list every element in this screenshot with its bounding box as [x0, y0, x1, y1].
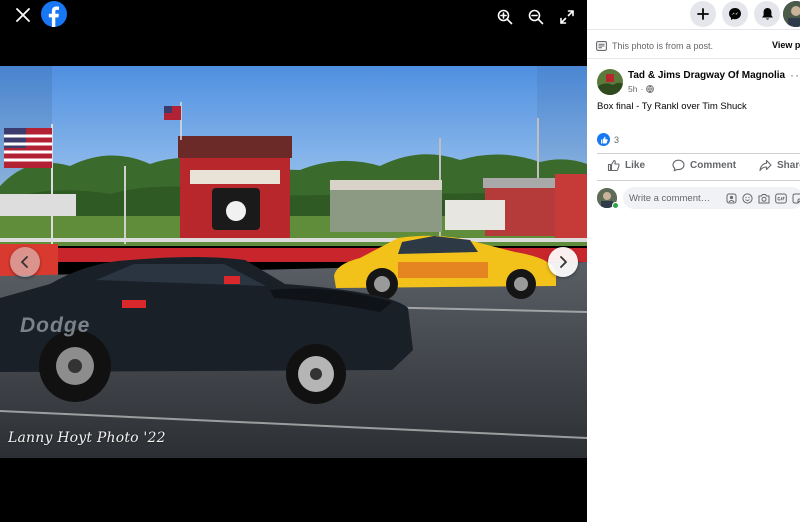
- from-post-notice: This photo is from a post.: [596, 36, 800, 56]
- from-post-text: This photo is from a post.: [612, 41, 714, 51]
- close-icon[interactable]: [12, 4, 34, 26]
- comment-icon: [672, 159, 685, 172]
- page-name-link[interactable]: Tad & Jims Dragway Of Magnolia: [628, 70, 785, 81]
- online-status-dot: [612, 202, 619, 209]
- post-time-text[interactable]: 5h: [628, 84, 637, 94]
- divider: [587, 58, 800, 59]
- comment-composer[interactable]: [623, 187, 800, 209]
- thumbs-up-icon: [607, 159, 620, 172]
- emoji-icon[interactable]: [742, 192, 753, 205]
- comment-input[interactable]: [629, 192, 721, 204]
- view-post-link[interactable]: View post: [772, 40, 800, 50]
- messenger-icon: [729, 8, 741, 20]
- globe-icon: [646, 85, 655, 93]
- post-caption: Box final - Ty Rankl over Tim Shuck: [597, 101, 747, 112]
- facebook-logo-icon[interactable]: [41, 1, 67, 27]
- post-timestamp: 5h ·: [628, 84, 655, 94]
- share-button[interactable]: Share: [759, 159, 800, 172]
- comment-button[interactable]: Comment: [672, 159, 736, 172]
- camera-icon[interactable]: [758, 192, 770, 205]
- photo-watermark: Lanny Hoyt Photo '22: [8, 430, 166, 446]
- zoom-in-icon[interactable]: [494, 6, 516, 28]
- create-button[interactable]: [690, 1, 716, 27]
- drag-race-photo: Dodge Lanny Hoyt Photo '22: [0, 66, 587, 458]
- sticker-icon[interactable]: [792, 192, 800, 205]
- reactions-summary[interactable]: 3: [597, 133, 619, 146]
- divider: [597, 180, 800, 181]
- photo-viewer: Dodge Lanny Hoyt Photo '22: [0, 0, 587, 522]
- share-icon: [759, 159, 772, 172]
- gif-icon[interactable]: [775, 192, 787, 205]
- share-label: Share: [777, 160, 800, 171]
- page-avatar[interactable]: [597, 69, 623, 95]
- zoom-out-icon[interactable]: [525, 6, 547, 28]
- post-panel: This photo is from a post. View post Tad…: [587, 0, 800, 522]
- divider: [597, 153, 800, 154]
- car-brand-lettering: Dodge: [20, 314, 91, 337]
- chevron-right-icon: [560, 256, 567, 268]
- fullscreen-icon[interactable]: [556, 6, 578, 28]
- next-photo-button[interactable]: [548, 247, 578, 277]
- bell-icon: [761, 8, 773, 20]
- like-label: Like: [625, 160, 646, 171]
- avatar-sticker-icon[interactable]: [726, 192, 737, 205]
- previous-photo-button[interactable]: [10, 247, 40, 277]
- post-icon: [596, 41, 607, 51]
- more-options-button[interactable]: ···: [790, 68, 800, 82]
- chevron-left-icon: [21, 256, 28, 268]
- reaction-count: 3: [614, 134, 620, 145]
- plus-icon: [697, 8, 709, 20]
- like-reaction-icon: [597, 133, 610, 146]
- like-button[interactable]: Like: [607, 159, 645, 172]
- notifications-button[interactable]: [754, 1, 780, 27]
- panel-header: [587, 0, 800, 30]
- profile-avatar[interactable]: [783, 1, 800, 27]
- messenger-button[interactable]: [722, 1, 748, 27]
- comment-label: Comment: [690, 160, 737, 171]
